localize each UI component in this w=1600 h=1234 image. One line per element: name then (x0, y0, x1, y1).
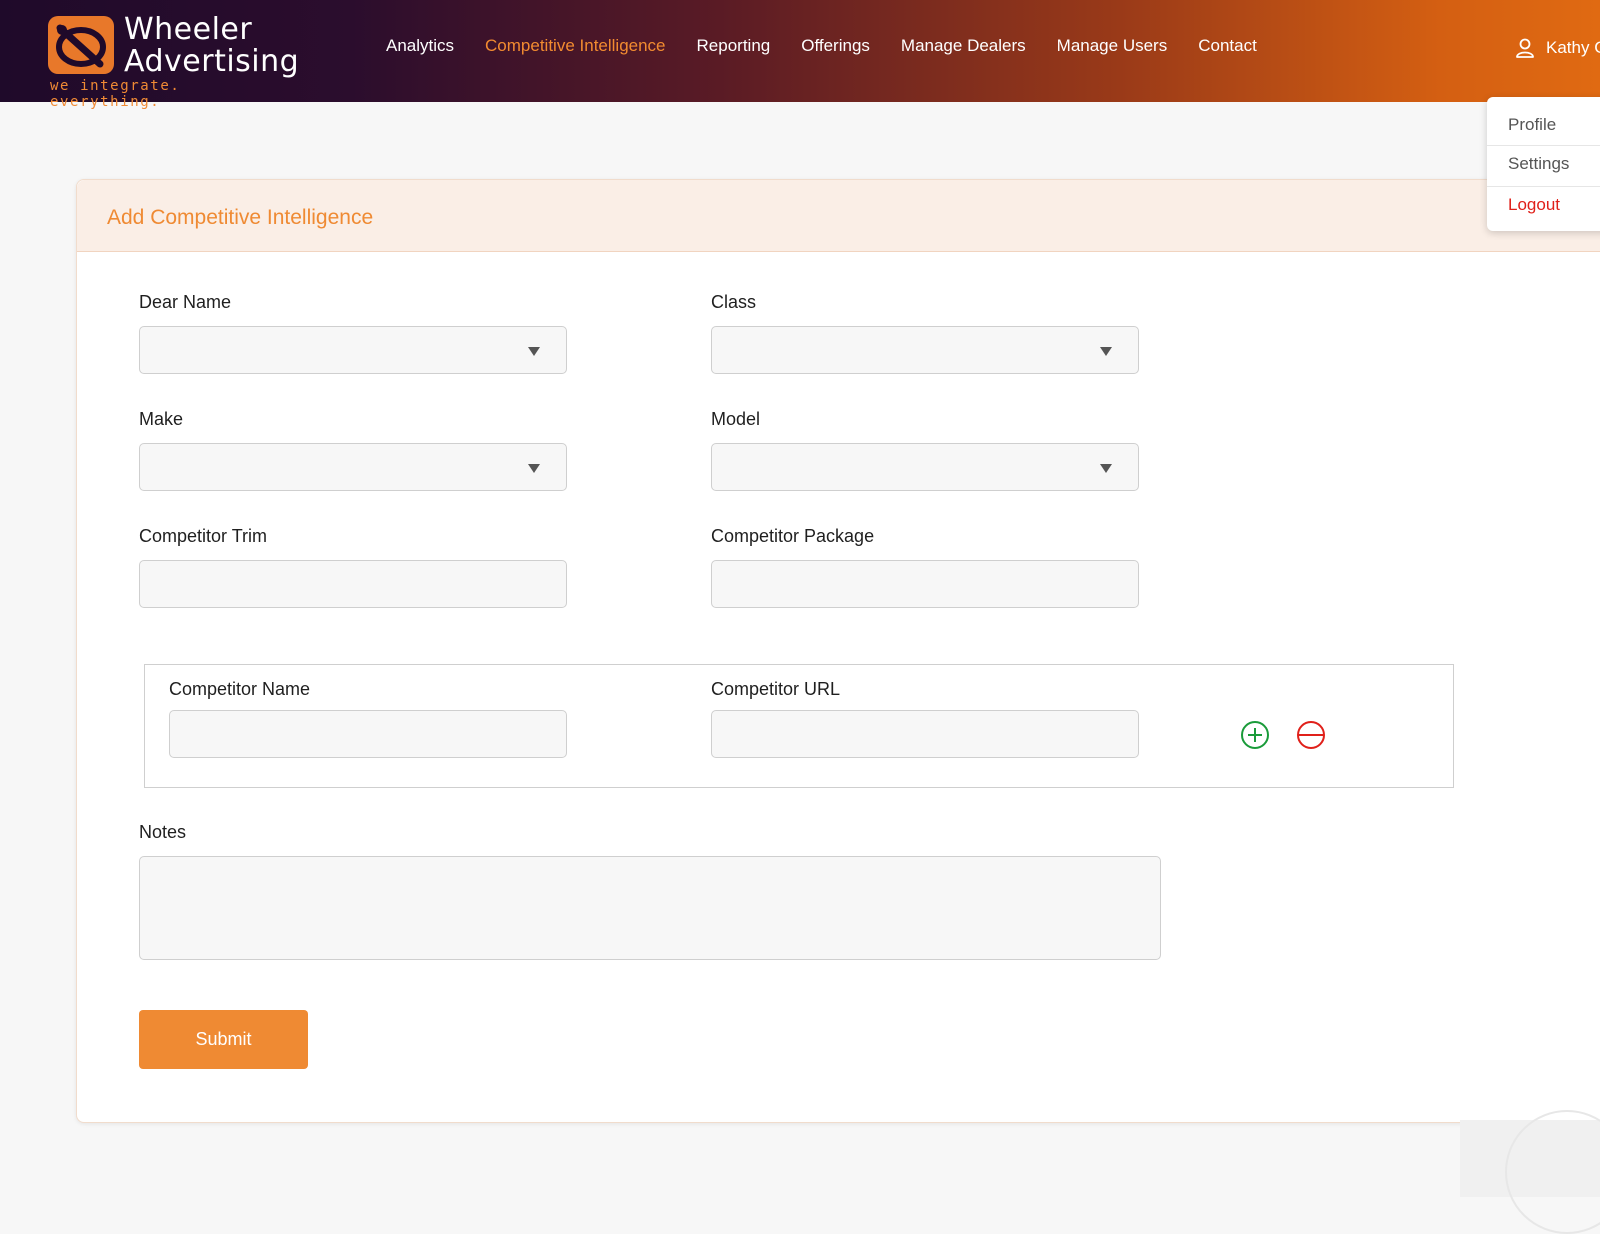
submit-button[interactable]: Submit (139, 1010, 308, 1069)
user-dropdown-menu: Profile Settings Logout (1487, 97, 1600, 231)
chevron-down-icon (1100, 347, 1112, 356)
user-icon (1516, 38, 1534, 58)
chevron-down-icon (528, 347, 540, 356)
minus-circle-icon[interactable] (1296, 720, 1326, 750)
user-menu-toggle[interactable]: Kathy G (1516, 38, 1600, 58)
nav-manage-dealers[interactable]: Manage Dealers (901, 36, 1026, 56)
menu-item-logout[interactable]: Logout (1508, 195, 1560, 215)
top-header: Wheeler Advertising we integrate. everyt… (0, 0, 1600, 110)
competitor-package-label: Competitor Package (711, 526, 875, 546)
competitor-trim-input[interactable] (139, 560, 567, 608)
page-title: Add Competitive Intelligence (107, 206, 374, 229)
brand-name-line1: Wheeler (124, 12, 253, 47)
competitor-name-input[interactable] (169, 710, 567, 758)
logo-mark-icon (48, 16, 114, 74)
competitor-package-input[interactable] (711, 560, 1139, 608)
nav-competitive-intelligence[interactable]: Competitive Intelligence (485, 36, 665, 56)
dealer-name-label: Dear Name (139, 292, 232, 312)
nav-contact[interactable]: Contact (1198, 36, 1257, 56)
chevron-down-icon (528, 464, 540, 473)
nav-reporting[interactable]: Reporting (697, 36, 771, 56)
chevron-down-icon (1100, 464, 1112, 473)
add-competitive-intelligence-card: Add Competitive Intelligence Dear Name C… (76, 179, 1600, 1123)
plus-circle-icon[interactable] (1240, 720, 1270, 750)
competitor-entry-group: Competitor Name Competitor URL (144, 664, 1454, 788)
notes-label: Notes (139, 822, 187, 842)
menu-divider (1487, 186, 1600, 187)
nav-offerings[interactable]: Offerings (801, 36, 870, 56)
user-name: Kathy G (1546, 38, 1600, 57)
model-label: Model (711, 409, 761, 429)
menu-divider (1487, 145, 1600, 146)
brand-tagline: we integrate. everything. (50, 78, 181, 110)
competitor-url-label: Competitor URL (711, 679, 841, 699)
card-header: Add Competitive Intelligence (77, 180, 1600, 252)
nav-manage-users[interactable]: Manage Users (1057, 36, 1168, 56)
class-label: Class (711, 292, 757, 312)
competitor-url-input[interactable] (711, 710, 1139, 758)
make-select[interactable] (139, 443, 567, 491)
nav-analytics[interactable]: Analytics (386, 36, 454, 56)
main-nav: Analytics Competitive Intelligence Repor… (386, 36, 1288, 56)
make-label: Make (139, 409, 184, 429)
class-select[interactable] (711, 326, 1139, 374)
competitor-name-label: Competitor Name (169, 679, 311, 699)
brand-name-line2: Advertising (124, 44, 300, 79)
brand-logo[interactable]: Wheeler Advertising we integrate. everyt… (48, 12, 299, 110)
menu-item-profile[interactable]: Profile (1508, 115, 1556, 135)
model-select[interactable] (711, 443, 1139, 491)
notes-textarea[interactable] (139, 856, 1161, 960)
dealer-name-select[interactable] (139, 326, 567, 374)
menu-item-settings[interactable]: Settings (1508, 154, 1569, 174)
competitor-trim-label: Competitor Trim (139, 526, 268, 546)
